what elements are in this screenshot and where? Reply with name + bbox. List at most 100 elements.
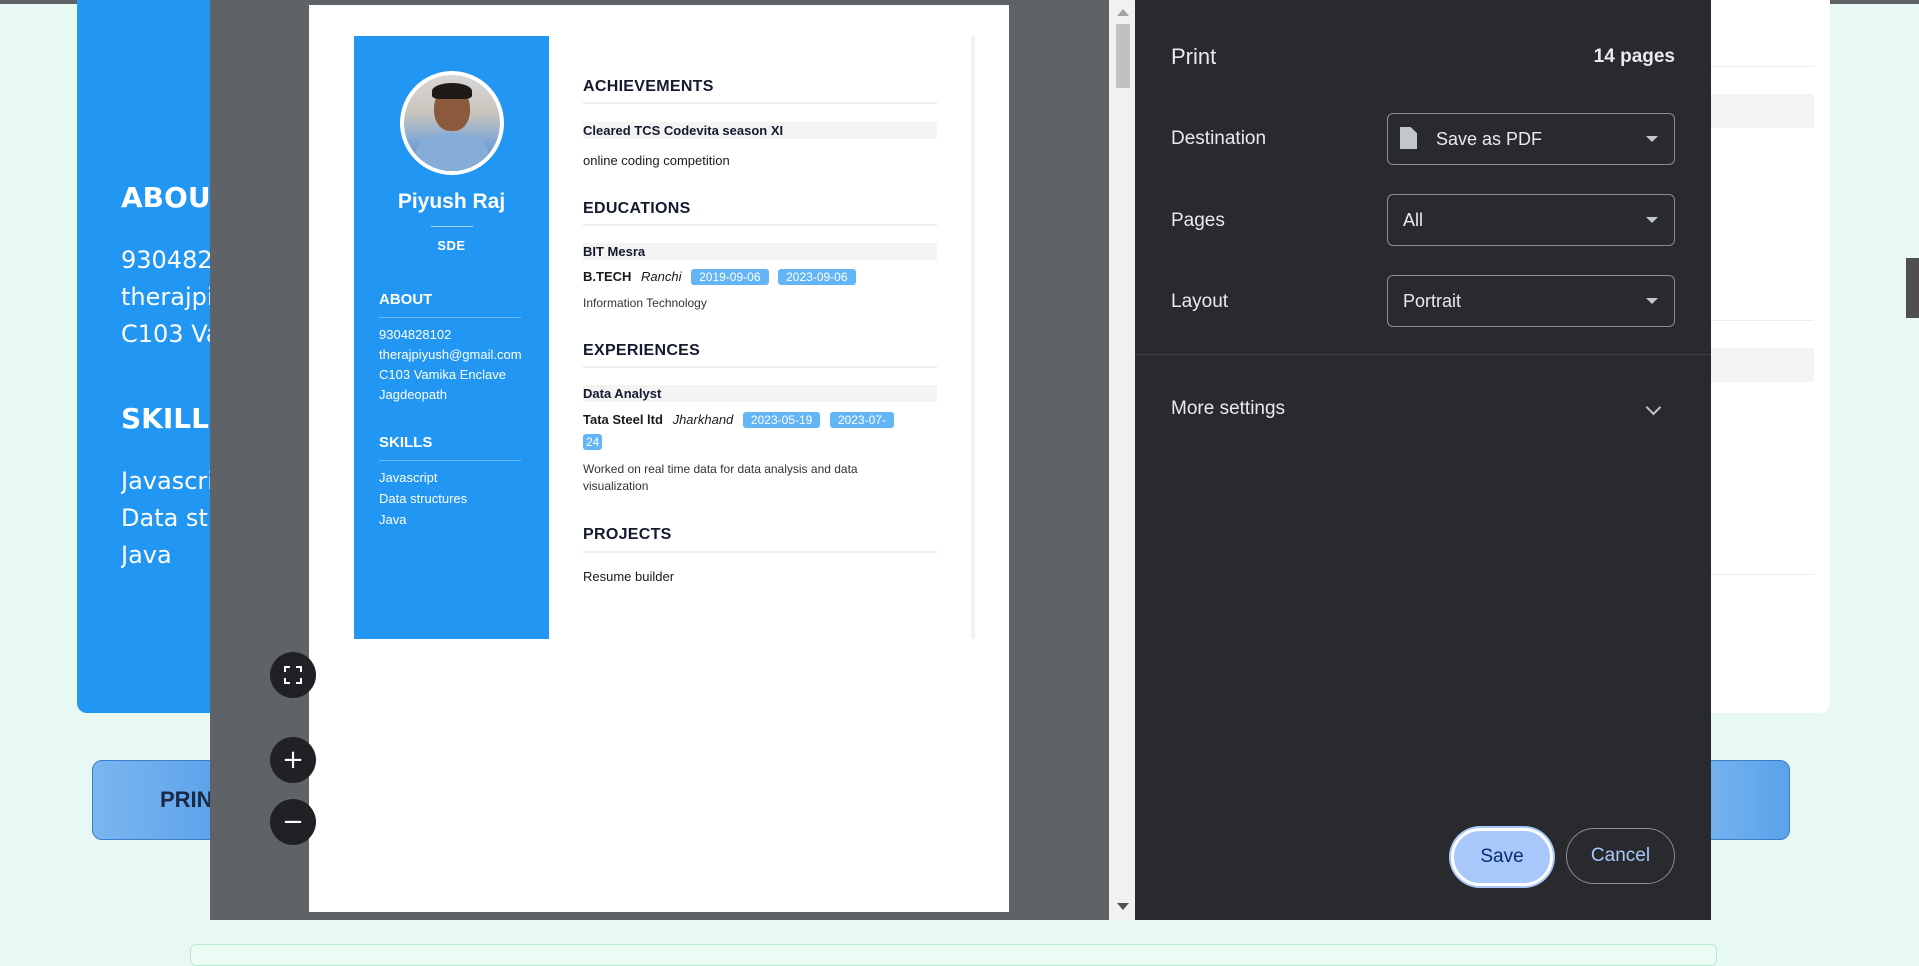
- skills-rule: [379, 460, 521, 461]
- scroll-down-icon[interactable]: [1117, 903, 1129, 910]
- save-button[interactable]: Save: [1451, 828, 1553, 886]
- bg-divider: [1700, 320, 1814, 321]
- experience-company: Tata Steel ltd: [583, 412, 663, 427]
- section-rule: [583, 102, 937, 104]
- experience-start-tag: 2023-05-19: [742, 412, 821, 428]
- education-meta: B.TECH Ranchi 2019-09-06 2023-09-06: [583, 269, 856, 285]
- about-address: Jagdeopath: [379, 387, 447, 402]
- bg-divider: [1700, 574, 1814, 575]
- education-start-tag: 2019-09-06: [691, 269, 769, 285]
- about-phone: 9304828102: [379, 327, 452, 342]
- education-school: BIT Mesra: [583, 243, 937, 260]
- education-location: Ranchi: [641, 269, 682, 284]
- bg-about-line: 9304828102: [121, 246, 211, 274]
- bg-print-label: PRIN: [160, 787, 213, 812]
- print-settings-panel: Print 14 pages Destination Save as PDF P…: [1135, 0, 1711, 920]
- education-school-text: BIT Mesra: [583, 244, 646, 259]
- panel-divider: [1135, 354, 1711, 355]
- dropdown-caret-icon: [1646, 298, 1658, 304]
- achievement-title-text: Cleared TCS Codevita season XI: [583, 123, 784, 138]
- avatar-hair: [432, 83, 472, 99]
- about-email: therajpiyush@gmail.com: [379, 347, 522, 362]
- bg-about-line: therajpiyush@gmail.com: [121, 283, 211, 311]
- experience-location: Jharkhand: [672, 412, 734, 427]
- avatar: [400, 71, 504, 175]
- layout-value: Portrait: [1403, 291, 1462, 311]
- print-preview-area: Piyush Raj SDE ABOUT 9304828102 therajpi…: [210, 0, 1109, 920]
- more-settings-toggle[interactable]: More settings: [1171, 398, 1285, 420]
- about-rule: [379, 317, 521, 318]
- pages-label: Pages: [1171, 210, 1225, 231]
- bg-band: [1700, 94, 1814, 128]
- experience-end-tag: 2023-07-: [829, 412, 894, 428]
- education-field: Information Technology: [583, 296, 707, 310]
- bg-about-line: C103 Vamika Enclave: [121, 320, 211, 348]
- name-divider: [431, 226, 473, 227]
- skill-item: Data structures: [379, 491, 468, 506]
- experience-desc: Worked on real time data for data analys…: [583, 462, 858, 476]
- zoom-in-button[interactable]: +: [270, 737, 316, 783]
- section-rule: [583, 224, 937, 226]
- bg-skills-heading: SKILLS: [121, 402, 217, 435]
- education-end-tag: 2023-09-06: [778, 269, 856, 285]
- zoom-out-button[interactable]: −: [270, 799, 316, 845]
- zoom-out-icon: −: [282, 807, 304, 837]
- resume-name: Piyush Raj: [397, 190, 506, 213]
- page-count: 14 pages: [1593, 46, 1675, 67]
- pages-value: All: [1403, 210, 1424, 230]
- experiences-heading: EXPERIENCES: [583, 342, 701, 359]
- avatar-photo: [404, 75, 500, 171]
- destination-label: Destination: [1171, 128, 1267, 149]
- about-heading: ABOUT: [379, 291, 433, 308]
- experience-meta: Tata Steel ltd Jharkhand 2023-05-19 2023…: [583, 412, 894, 428]
- preview-scrollbar[interactable]: [1109, 0, 1135, 920]
- preview-scrollbar-thumb[interactable]: [1116, 24, 1130, 88]
- bg-skill-line: Data structures: [121, 504, 211, 532]
- avatar-body: [416, 133, 488, 171]
- experience-end-wrap: 24: [583, 434, 603, 450]
- cancel-button[interactable]: Cancel: [1566, 828, 1675, 884]
- bg-about-heading: ABOUT: [121, 181, 217, 214]
- experience-title-text: Data Analyst: [583, 386, 662, 401]
- experience-desc: visualization: [583, 479, 649, 493]
- skill-item: Java: [379, 512, 407, 527]
- preview-page: Piyush Raj SDE ABOUT 9304828102 therajpi…: [309, 5, 1009, 912]
- destination-value: Save as PDF: [1436, 129, 1543, 149]
- bg-skill-line: Java: [121, 541, 172, 569]
- experience-end-tag-wrap: 24: [583, 434, 603, 450]
- bg-resume-sidebar: [77, 0, 217, 713]
- dropdown-caret-icon: [1646, 217, 1658, 223]
- bg-print-button[interactable]: PRIN: [92, 760, 224, 840]
- skills-heading: SKILLS: [379, 434, 433, 451]
- resume: Piyush Raj SDE ABOUT 9304828102 therajpi…: [354, 36, 975, 639]
- chevron-down-icon[interactable]: [1645, 399, 1662, 416]
- about-address: C103 Vamika Enclave: [379, 367, 506, 382]
- education-degree: B.TECH: [583, 269, 632, 284]
- pages-select[interactable]: All: [1387, 194, 1675, 246]
- layout-select[interactable]: Portrait: [1387, 275, 1675, 327]
- dropdown-caret-icon: [1646, 136, 1658, 142]
- achievement-title: Cleared TCS Codevita season XI: [583, 122, 937, 139]
- layout-label: Layout: [1171, 291, 1229, 312]
- section-rule: [583, 551, 937, 553]
- resume-role: SDE: [437, 238, 466, 253]
- bg-divider: [1700, 66, 1814, 67]
- achievement-desc: online coding competition: [583, 153, 730, 168]
- achievements-heading: ACHIEVEMENTS: [583, 78, 714, 95]
- destination-select[interactable]: Save as PDF: [1387, 113, 1675, 165]
- bg-skill-line: Javascript: [121, 467, 211, 495]
- print-title: Print: [1171, 44, 1217, 69]
- scroll-up-icon[interactable]: [1117, 9, 1129, 16]
- projects-heading: PROJECTS: [583, 526, 672, 543]
- fit-to-page-icon: [284, 666, 302, 684]
- skill-item: Javascript: [379, 470, 438, 485]
- document-icon: [1400, 127, 1417, 149]
- section-rule: [583, 366, 937, 368]
- zoom-in-icon: +: [282, 745, 304, 775]
- page-scrollbar-thumb[interactable]: [1906, 258, 1919, 318]
- project-item: Resume builder: [583, 569, 675, 584]
- print-dialog: Piyush Raj SDE ABOUT 9304828102 therajpi…: [210, 0, 1711, 920]
- bg-band: [1700, 348, 1814, 382]
- experience-title: Data Analyst: [583, 385, 937, 402]
- fit-to-page-button[interactable]: [270, 652, 316, 698]
